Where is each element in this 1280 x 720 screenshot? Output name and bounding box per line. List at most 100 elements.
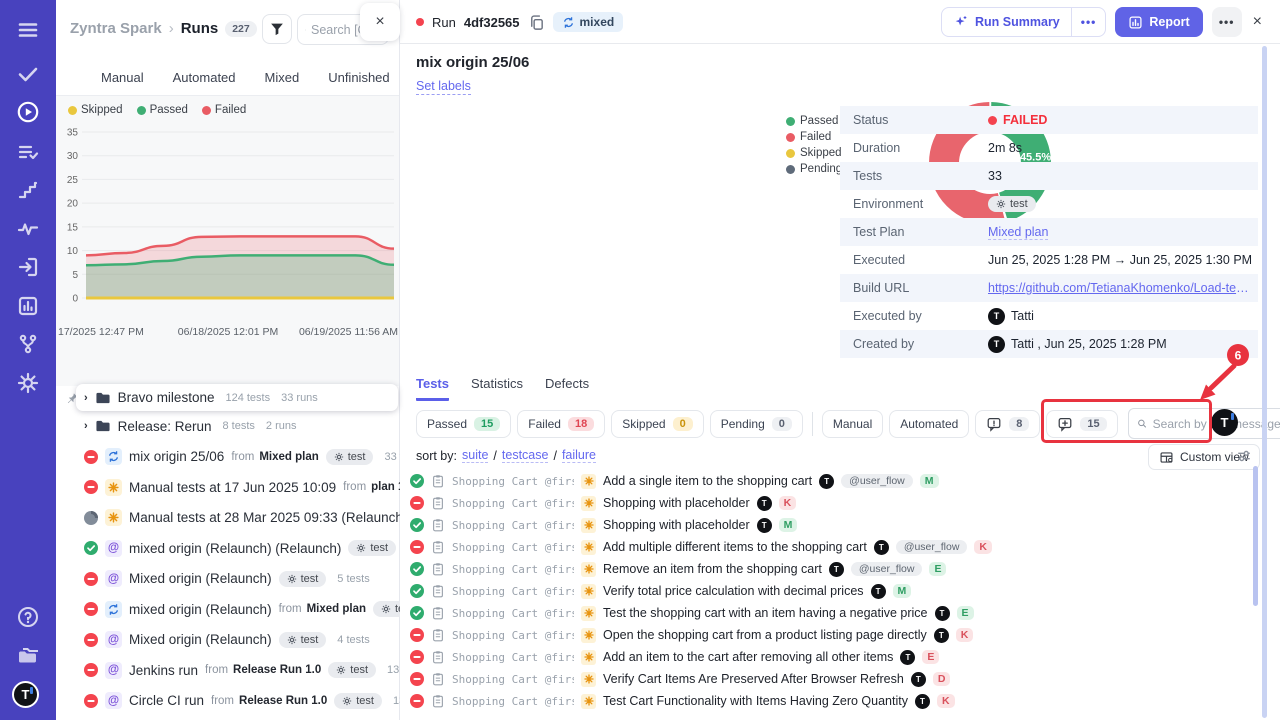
menu-icon[interactable] xyxy=(16,18,40,42)
run-row-milestone[interactable]: › Bravo milestone 124 tests 33 runs xyxy=(76,384,398,411)
tab-unfinished[interactable]: Unfinished xyxy=(328,70,389,85)
more-actions-button[interactable]: ••• xyxy=(1212,7,1242,37)
test-title[interactable]: Shopping with placeholder xyxy=(603,518,750,532)
check-icon[interactable] xyxy=(16,62,40,86)
user-avatar[interactable]: T xyxy=(12,681,39,708)
avatar: T xyxy=(829,562,844,577)
test-row[interactable]: Shopping Cart @first… Verify total price… xyxy=(410,580,1248,602)
info-row-build-url: Build URL https://github.com/TetianaKhom… xyxy=(840,274,1258,302)
divider xyxy=(812,412,813,436)
info-row-test-plan: Test Plan Mixed plan xyxy=(840,218,1258,246)
filter-failed-button[interactable]: Failed18 xyxy=(517,410,605,438)
env-badge: test xyxy=(326,449,374,465)
run-row[interactable]: Manual tests at 28 Mar 2025 09:33 (Relau… xyxy=(56,503,400,534)
report-button[interactable]: Report xyxy=(1115,7,1202,37)
runs-play-icon[interactable] xyxy=(16,100,40,124)
tab-automated[interactable]: Automated xyxy=(173,70,236,85)
set-labels-link[interactable]: Set labels xyxy=(416,79,471,95)
filter-pending-button[interactable]: Pending0 xyxy=(710,410,803,438)
run-title: Bravo milestone xyxy=(118,390,215,405)
user-avatar[interactable]: T xyxy=(1211,409,1238,436)
test-row[interactable]: Shopping Cart @first… Test Cart Function… xyxy=(410,690,1248,712)
test-title[interactable]: Add a single item to the shopping cart xyxy=(603,474,812,488)
test-title[interactable]: Remove an item from the shopping cart xyxy=(603,562,822,576)
tab-defects[interactable]: Defects xyxy=(545,376,589,401)
launcher-icon[interactable] xyxy=(16,255,40,279)
filter-passed-button[interactable]: Passed15 xyxy=(416,410,511,438)
help-icon[interactable] xyxy=(16,605,40,629)
test-row[interactable]: Shopping Cart @first… Add a single item … xyxy=(410,470,1248,492)
test-title[interactable]: Add multiple different items to the shop… xyxy=(603,540,867,554)
test-row[interactable]: Shopping Cart @first… Test the shopping … xyxy=(410,602,1248,624)
steps-icon[interactable] xyxy=(16,178,40,202)
dashboards-icon[interactable] xyxy=(16,294,40,318)
tests-scrollbar[interactable] xyxy=(1253,466,1258,606)
branch-icon[interactable] xyxy=(16,332,40,356)
filter-manual-button[interactable]: Manual xyxy=(822,410,883,438)
test-title[interactable]: Verify total price calculation with deci… xyxy=(603,584,864,598)
sort-suite-link[interactable]: suite xyxy=(462,448,488,463)
projects-icon[interactable] xyxy=(16,643,40,667)
test-row[interactable]: Shopping Cart @first… Remove an item fro… xyxy=(410,558,1248,580)
test-title[interactable]: Shopping with placeholder xyxy=(603,496,750,510)
comments-add-button[interactable]: 15 xyxy=(1046,410,1117,438)
filter-skipped-button[interactable]: Skipped0 xyxy=(611,410,704,438)
run-row[interactable]: @ Mixed origin (Relaunch) test 4 tests xyxy=(56,625,400,656)
test-row[interactable]: Shopping Cart @first… Add multiple diffe… xyxy=(410,536,1248,558)
comments-issues-button[interactable]: 8 xyxy=(975,410,1040,438)
sliders-icon[interactable] xyxy=(1236,448,1252,464)
test-row[interactable]: Shopping Cart @first… Shopping with plac… xyxy=(410,492,1248,514)
test-title[interactable]: Test the shopping cart with an item havi… xyxy=(603,606,928,620)
test-row[interactable]: Shopping Cart @first… Add an item to the… xyxy=(410,646,1248,668)
automated-run-icon: @ xyxy=(105,540,122,557)
run-summary-button[interactable]: Run Summary ••• xyxy=(941,7,1106,37)
test-row[interactable]: Shopping Cart @first… Verify Cart Items … xyxy=(410,668,1248,690)
test-plan-link[interactable]: Mixed plan xyxy=(988,225,1048,240)
breadcrumb-project[interactable]: Zyntra Spark xyxy=(70,20,162,37)
letter-badge: E xyxy=(922,650,939,664)
run-summary-more-button[interactable]: ••• xyxy=(1071,8,1106,36)
manual-run-icon xyxy=(105,509,122,526)
tab-tests[interactable]: Tests xyxy=(416,376,449,401)
copy-icon[interactable] xyxy=(528,14,545,31)
tests-search[interactable] xyxy=(1128,408,1280,439)
passed-status-icon xyxy=(410,584,424,598)
test-row[interactable]: Shopping Cart @first… Shopping with plac… xyxy=(410,514,1248,536)
run-row[interactable]: @ mixed origin (Relaunch) (Relaunch) tes… xyxy=(56,533,400,564)
test-filters: Passed15 Failed18 Skipped0 Pending0 Manu… xyxy=(416,408,1280,439)
run-row[interactable]: mixed origin (Relaunch) from Mixed plan … xyxy=(56,594,400,625)
env-badge: test xyxy=(279,571,327,587)
clipboard-icon xyxy=(431,694,445,708)
run-row[interactable]: mix origin 25/06 from Mixed plan test 33… xyxy=(56,442,400,473)
activity-icon[interactable] xyxy=(16,217,40,241)
panel-close-button[interactable]: × xyxy=(360,3,400,41)
filter-button[interactable] xyxy=(262,14,292,44)
comment-exclaim-icon xyxy=(986,416,1002,432)
env-badge: test xyxy=(279,632,327,648)
chevron-right-icon[interactable]: › xyxy=(84,420,88,432)
test-row[interactable]: Shopping Cart @first… Open the shopping … xyxy=(410,624,1248,646)
chevron-right-icon[interactable]: › xyxy=(84,392,88,404)
test-title[interactable]: Add an item to the cart after removing a… xyxy=(603,650,893,664)
close-detail-icon[interactable]: × xyxy=(1251,13,1264,31)
filter-automated-button[interactable]: Automated xyxy=(889,410,969,438)
panel-scrollbar[interactable] xyxy=(1262,46,1267,718)
test-title[interactable]: Verify Cart Items Are Preserved After Br… xyxy=(603,672,904,686)
run-row[interactable]: Manual tests at 17 Jun 2025 10:09 from p… xyxy=(56,472,400,503)
sort-failure-link[interactable]: failure xyxy=(562,448,596,463)
settings-gear-icon[interactable] xyxy=(16,371,40,395)
test-title[interactable]: Test Cart Functionality with Items Havin… xyxy=(603,694,908,708)
test-title[interactable]: Open the shopping cart from a product li… xyxy=(603,628,927,642)
failed-dot-icon xyxy=(416,18,424,26)
run-row-folder[interactable]: › Release: Rerun 8 tests 2 runs xyxy=(56,411,400,442)
tab-statistics[interactable]: Statistics xyxy=(471,376,523,401)
test-cases-icon[interactable] xyxy=(16,140,40,164)
tab-mixed[interactable]: Mixed xyxy=(265,70,300,85)
run-row[interactable]: @ Mixed origin (Relaunch) test 5 tests xyxy=(56,564,400,595)
build-url-link[interactable]: https://github.com/TetianaKhomenko/Load-… xyxy=(988,281,1252,295)
passed-status-icon xyxy=(410,518,424,532)
sort-testcase-link[interactable]: testcase xyxy=(502,448,549,463)
tab-manual[interactable]: Manual xyxy=(101,70,144,85)
run-row[interactable]: @ Circle CI run from Release Run 1.0 tes… xyxy=(56,686,400,717)
run-row[interactable]: @ Jenkins run from Release Run 1.0 test … xyxy=(56,655,400,686)
